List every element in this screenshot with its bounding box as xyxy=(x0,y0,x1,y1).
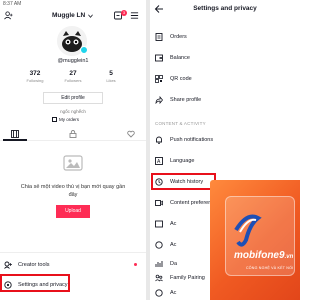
sheet-item-label: Creator tools xyxy=(18,262,50,268)
settings-item-label: Ac xyxy=(170,242,177,248)
creator-tools-icon xyxy=(4,261,12,269)
settings-item-push-notifications[interactable]: Push notifications xyxy=(150,130,300,150)
section-header-content-activity: CONTENT & ACTIVITY xyxy=(155,121,206,126)
settings-item-balance[interactable]: Balance xyxy=(150,48,300,68)
settings-header: Settings and privacy xyxy=(150,0,300,18)
watermark-brand: mobifone9.vn xyxy=(234,250,293,261)
settings-item-label: Ac xyxy=(170,221,177,227)
grid-icon[interactable] xyxy=(11,130,19,138)
settings-item-label: Share profile xyxy=(170,97,202,103)
balance-icon xyxy=(155,54,163,62)
stat-label: Followers xyxy=(64,78,82,83)
my-orders-link[interactable]: My orders xyxy=(52,117,80,123)
settings-item-label: Push notifications xyxy=(170,137,214,143)
profile-tabs xyxy=(0,128,146,141)
watermark-domain: .vn xyxy=(284,254,294,260)
stat-likes[interactable]: 5 Likes xyxy=(94,70,128,83)
heart-icon[interactable] xyxy=(127,130,135,138)
data-icon xyxy=(155,261,163,267)
accessibility-icon xyxy=(155,241,163,249)
settings-item-label: Da xyxy=(170,261,178,267)
notification-badge: 3 xyxy=(121,10,127,16)
language-icon: A xyxy=(155,157,163,165)
share-icon xyxy=(155,96,163,104)
orders-icon xyxy=(155,33,163,41)
video-icon xyxy=(155,200,163,206)
add-user-icon[interactable] xyxy=(4,11,13,20)
empty-video-icon xyxy=(63,155,83,171)
highlight-box-settings xyxy=(0,274,70,292)
my-orders-label: My orders xyxy=(59,117,80,122)
watermark-tagline: CÔNG NGHỆ VÀ KẾT NỐI xyxy=(246,266,294,270)
status-bar: 8:37 AM xyxy=(0,0,146,8)
stat-label: Likes xyxy=(106,78,116,83)
qr-code-icon xyxy=(155,75,163,83)
profile-stats: 372 Following 27 Followers 5 Likes xyxy=(18,70,128,83)
settings-item-share-profile[interactable]: Share profile xyxy=(150,90,300,110)
active-tab-indicator xyxy=(3,139,27,141)
highlight-box-watch-history xyxy=(151,173,216,190)
settings-title: Settings and privacy xyxy=(193,5,257,12)
watermark-brand-name: mobifone9 xyxy=(234,250,285,261)
stat-value: 372 xyxy=(29,70,41,77)
profile-username[interactable]: Muggle LN xyxy=(52,12,85,19)
change-avatar-icon[interactable] xyxy=(80,46,88,54)
settings-item-label: Language xyxy=(170,158,195,164)
settings-item-label: Ac xyxy=(170,290,177,296)
profile-screen: 8:37 AM Muggle LN 3 @mugglein1 372 Follow… xyxy=(0,0,146,300)
new-indicator-dot xyxy=(134,263,137,266)
settings-item-orders[interactable]: Orders xyxy=(150,27,300,47)
sheet-item-creator-tools[interactable]: Creator tools xyxy=(0,256,146,274)
menu-icon[interactable] xyxy=(130,11,139,20)
lock-icon[interactable] xyxy=(69,130,77,138)
settings-item-qr-code[interactable]: QR code xyxy=(150,69,300,89)
bell-icon xyxy=(156,136,162,144)
empty-state-text: Chia sẻ một video thú vị bạn mới quay gầ… xyxy=(20,184,126,198)
settings-item-label: Family Pairing xyxy=(170,275,205,281)
status-time: 8:37 AM xyxy=(3,1,22,7)
stat-value: 27 xyxy=(69,70,77,77)
stat-label: Following xyxy=(26,78,44,83)
family-icon xyxy=(155,274,163,282)
upload-button[interactable]: Upload xyxy=(56,205,90,218)
profile-bio: ngốc nghếch xyxy=(60,109,86,114)
mobifone-logo-icon xyxy=(234,214,262,247)
settings-item-label: Balance xyxy=(170,55,190,61)
profile-top-bar: Muggle LN 3 xyxy=(0,10,146,24)
stat-value: 5 xyxy=(109,70,113,77)
chevron-down-icon[interactable] xyxy=(88,14,93,18)
settings-item-label: Orders xyxy=(170,34,187,40)
orders-icon xyxy=(52,117,57,123)
settings-item-language[interactable]: A Language xyxy=(150,151,300,171)
profile-handle: @mugglein1 xyxy=(57,58,89,64)
ads-icon xyxy=(155,220,163,228)
edit-profile-button[interactable]: Edit profile xyxy=(43,92,103,104)
settings-item-label: QR code xyxy=(170,76,192,82)
account-icon xyxy=(155,289,163,297)
stat-following[interactable]: 372 Following xyxy=(18,70,52,83)
stat-followers[interactable]: 27 Followers xyxy=(56,70,90,83)
